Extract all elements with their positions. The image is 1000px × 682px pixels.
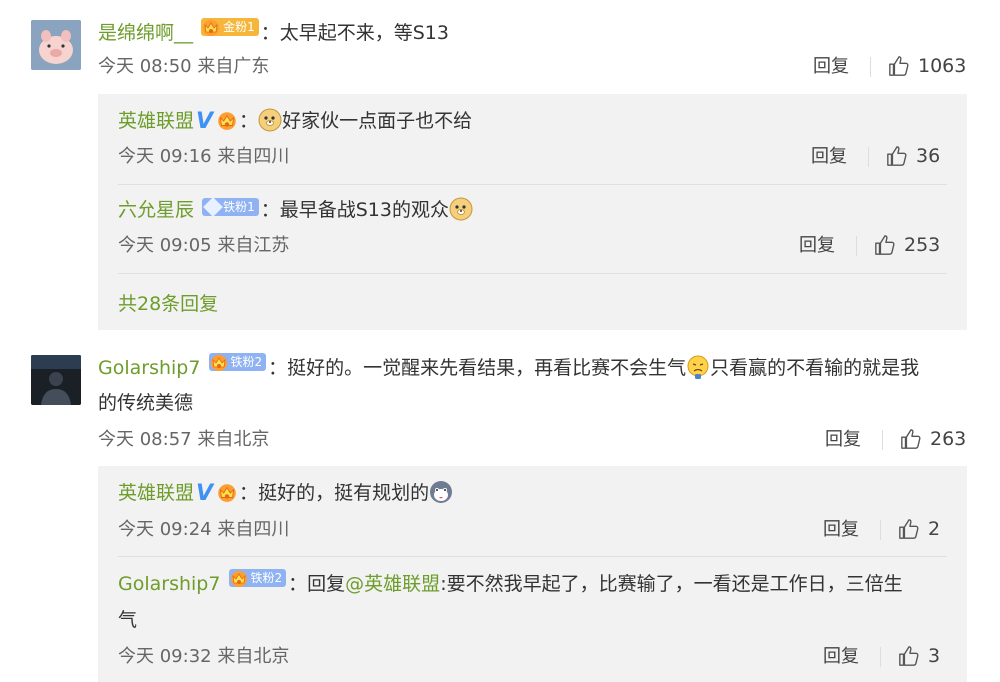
doge-emoji-icon	[258, 108, 282, 132]
username[interactable]: 英雄联盟	[118, 482, 194, 504]
divider	[880, 520, 881, 540]
thumb-up-icon	[900, 428, 922, 450]
divider	[870, 57, 871, 77]
avatar[interactable]	[31, 20, 81, 70]
fan-badge[interactable]: 铁粉1	[202, 197, 259, 217]
fan-badge[interactable]: 金粉1	[201, 18, 259, 36]
reply-text: 气	[118, 609, 138, 631]
reply-text: 好家伙一点面子也不给	[282, 110, 473, 132]
more-replies-link[interactable]: 共28条回复	[118, 289, 218, 316]
reply-button[interactable]: 回复	[799, 234, 835, 258]
reply-button[interactable]: 回复	[811, 145, 847, 169]
fan-badge-label: 铁粉2	[230, 355, 263, 369]
reply-text: :要不然我早起了，比赛输了，一看还是工作日，三倍生	[440, 573, 903, 595]
husky-emoji-icon	[429, 480, 453, 504]
divider	[856, 236, 857, 256]
reply-button[interactable]: 回复	[825, 428, 861, 452]
mention-link[interactable]: @英雄联盟	[345, 573, 440, 595]
pig-avatar-icon	[31, 20, 81, 70]
fan-badge[interactable]: 铁粉2	[228, 568, 287, 588]
crown-icon	[229, 568, 249, 588]
comment-text: 挺好的。一觉醒来先看结果，再看比赛不会生气	[287, 357, 687, 379]
like-count: 36	[916, 145, 941, 167]
crown-icon	[215, 481, 239, 503]
reply-header: 英雄联盟V：好家伙一点面子也不给	[118, 108, 473, 134]
like-count: 263	[930, 428, 967, 450]
like-button[interactable]: 2	[898, 517, 940, 541]
fan-badge[interactable]: 铁粉2	[208, 352, 267, 372]
comment-text-continued: 的传统美德	[98, 390, 193, 416]
like-count: 3	[928, 645, 941, 667]
reply-header: Golarship7 铁粉2 ：回复@英雄联盟:要不然我早起了，比赛输了，一看还是…	[118, 569, 903, 597]
like-count: 253	[904, 234, 941, 256]
comment-header: Golarship7 铁粉2 ：挺好的。一觉醒来先看结果，再看比赛不会生气 只看赢的…	[98, 353, 919, 381]
like-count: 1063	[918, 55, 967, 77]
thumb-up-icon	[898, 518, 920, 540]
verified-icon: V	[196, 109, 214, 134]
fan-badge-label: 铁粉1	[223, 200, 255, 214]
comment-text: 的传统美德	[98, 392, 194, 414]
comment-text: 太早起不来，等S13	[279, 22, 449, 44]
sad-emoji-icon	[686, 355, 710, 379]
like-button[interactable]: 253	[874, 233, 940, 257]
reply-time: 今天 09:32 来自北京	[118, 646, 290, 667]
divider	[868, 147, 869, 167]
reply-divider	[118, 556, 947, 557]
comment-text: 只看赢的不看输的就是我	[710, 357, 920, 379]
reply-time: 今天 09:16 来自四川	[118, 146, 290, 167]
reply-prefix: 回复	[307, 573, 346, 595]
thumb-up-icon	[874, 234, 896, 256]
username[interactable]: 英雄联盟	[118, 110, 194, 132]
username[interactable]: 六允星辰	[118, 199, 194, 221]
reply-button[interactable]: 回复	[813, 55, 849, 79]
like-count: 2	[928, 518, 941, 540]
thumb-up-icon	[886, 145, 908, 167]
crown-icon	[215, 109, 239, 131]
like-button[interactable]: 263	[900, 427, 966, 451]
verified-icon: V	[196, 481, 214, 506]
reply-time: 今天 09:24 来自四川	[118, 519, 290, 540]
reply-divider	[118, 184, 947, 185]
username[interactable]: Golarship7	[98, 357, 200, 379]
reply-text-continued: 气	[118, 607, 137, 633]
reply-divider	[118, 273, 947, 274]
username[interactable]: Golarship7	[118, 573, 220, 595]
like-button[interactable]: 3	[898, 644, 940, 668]
fan-badge-label: 铁粉2	[250, 571, 283, 585]
diamond-icon	[203, 197, 223, 217]
doge-emoji-icon	[449, 197, 473, 221]
comment-header: 是绵绵啊__ 金粉1 ：太早起不来，等S13	[98, 18, 449, 46]
crown-icon	[209, 352, 229, 372]
comment-time: 今天 08:50 来自广东	[98, 56, 270, 77]
thumb-up-icon	[888, 55, 910, 77]
avatar[interactable]	[31, 355, 81, 405]
reply-button[interactable]: 回复	[823, 645, 859, 669]
reply-header: 英雄联盟V ：挺好的，挺有规划的	[118, 480, 453, 507]
divider	[882, 430, 883, 450]
like-button[interactable]: 36	[886, 144, 940, 168]
like-button[interactable]: 1063	[888, 54, 966, 78]
username[interactable]: 是绵绵啊__	[98, 22, 193, 44]
thumb-up-icon	[898, 645, 920, 667]
fan-badge-label: 金粉1	[223, 20, 255, 34]
divider	[880, 647, 881, 667]
crown-icon	[201, 17, 221, 37]
person-avatar-icon	[31, 355, 81, 405]
comment-time: 今天 08:57 来自北京	[98, 429, 270, 450]
reply-text: 最早备战S13的观众	[279, 199, 449, 221]
reply-button[interactable]: 回复	[823, 518, 859, 542]
reply-header: 六允星辰 铁粉1 ：最早备战S13的观众	[118, 197, 473, 223]
reply-time: 今天 09:05 来自江苏	[118, 235, 290, 256]
reply-text: 挺好的，挺有规划的	[258, 482, 430, 504]
